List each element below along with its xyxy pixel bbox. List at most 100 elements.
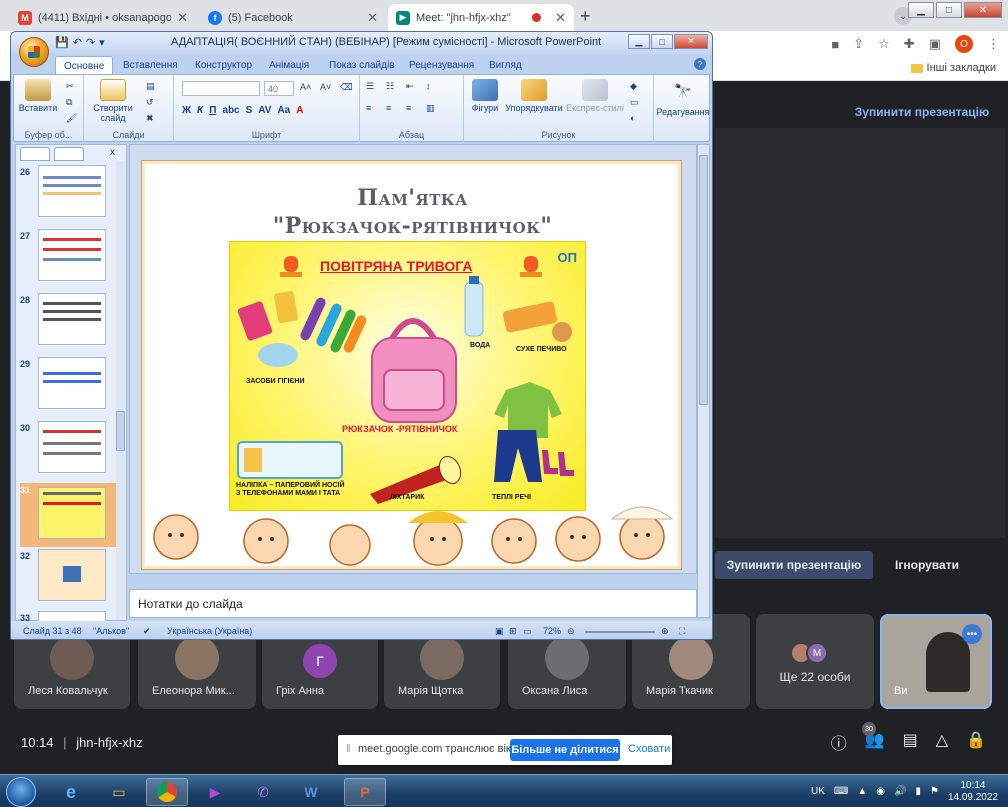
zoom-slider[interactable] <box>585 631 655 633</box>
maximize-icon[interactable]: □ <box>651 34 673 49</box>
layout-icon[interactable]: ▤ <box>146 81 155 92</box>
normal-view-icon[interactable]: ▣ <box>495 626 504 637</box>
zoom-in-icon[interactable]: ⊕ <box>661 626 669 637</box>
delete-slide-icon[interactable]: ✖ <box>146 113 154 124</box>
indent-icon[interactable]: ⇤ <box>406 81 414 92</box>
arrange-button[interactable]: Упорядкувати <box>504 79 564 113</box>
spacing-icon[interactable]: AV <box>258 105 271 116</box>
info-icon[interactable]: ⓘ <box>831 730 847 754</box>
slide-thumbnail-selected[interactable]: 31 <box>20 483 120 547</box>
tab-review[interactable]: Рецензування <box>401 56 482 74</box>
case-icon[interactable]: Aa <box>277 105 290 116</box>
font-color-icon[interactable]: A <box>296 105 303 116</box>
slides-scrollbar[interactable] <box>116 161 125 620</box>
save-icon[interactable]: 💾 <box>55 36 69 49</box>
shape-outline-icon[interactable]: ▭ <box>630 97 639 108</box>
slide-thumbnail[interactable]: 28 <box>20 293 120 357</box>
shape-effects-icon[interactable]: ◐ <box>630 113 635 123</box>
chrome-icon[interactable] <box>146 778 188 806</box>
strike-icon[interactable]: abc <box>222 105 239 116</box>
share-icon[interactable]: ⇪ <box>853 36 864 52</box>
redo-icon[interactable]: ↷ <box>86 36 95 49</box>
drag-handle-icon[interactable]: ‖ <box>346 743 351 755</box>
ignore-button[interactable]: Ігнорувати <box>880 551 974 579</box>
menu-icon[interactable]: ⋮ <box>987 36 1000 52</box>
scroll-thumb[interactable] <box>699 155 708 405</box>
tab-insert[interactable]: Вставлення <box>115 56 186 74</box>
paste-button[interactable]: Вставити <box>18 79 58 113</box>
viber-icon[interactable]: ✆ <box>242 778 284 806</box>
powerpoint-taskbar-icon[interactable]: P <box>344 778 386 806</box>
language-indicator[interactable]: UK <box>811 786 825 797</box>
underline-icon[interactable]: П <box>209 105 216 116</box>
keyboard-icon[interactable]: ⌨ <box>834 786 848 797</box>
stop-presenting-top-button[interactable]: Зупинити презентацію <box>848 100 996 124</box>
spellcheck-icon[interactable]: ✔ <box>143 626 151 637</box>
more-participants-tile[interactable]: М Ще 22 особи <box>756 614 874 709</box>
tab-animation[interactable]: Анімація <box>261 56 317 74</box>
tab-facebook[interactable]: f (5) Facebook ✕ <box>200 4 386 31</box>
close-window-icon[interactable]: ✕ <box>964 2 1002 18</box>
clear-format-icon[interactable]: ⌫ <box>340 82 353 93</box>
reset-icon[interactable]: ↺ <box>146 97 154 108</box>
other-bookmarks[interactable]: Інші закладки <box>910 62 996 74</box>
new-slide-button[interactable]: Створити слайд <box>90 79 136 123</box>
profile-avatar[interactable]: O <box>955 35 973 53</box>
slide-scrollbar[interactable] <box>697 144 710 618</box>
slideshow-view-icon[interactable]: ▭ <box>523 626 532 637</box>
columns-icon[interactable]: ▥ <box>426 103 435 114</box>
cut-icon[interactable]: ✂ <box>66 81 74 92</box>
tab-gmail[interactable]: M (4411) Вхідні • oksanapogorelko ✕ <box>10 4 196 31</box>
action-center-icon[interactable]: ⚑ <box>930 786 939 797</box>
sorter-view-icon[interactable]: ⊞ <box>509 626 517 637</box>
network-icon[interactable]: ◉ <box>876 786 885 797</box>
line-spacing-icon[interactable]: ↕ <box>426 81 431 91</box>
language-indicator[interactable]: Українська (Україна) <box>167 626 252 636</box>
close-icon[interactable]: ✕ <box>555 10 566 26</box>
shadow-icon[interactable]: S <box>246 105 253 116</box>
tab-home[interactable]: Основне <box>55 56 114 75</box>
slide-thumbnail[interactable]: 30 <box>20 421 120 485</box>
tab-meet[interactable]: ▶ Meet: "jhn-hfjx-xhz" ✕ <box>388 4 574 31</box>
tray-arrow-icon[interactable]: ▲ <box>857 786 867 797</box>
align-right-icon[interactable]: ≡ <box>406 103 411 113</box>
slide-thumbnail[interactable]: 29 <box>20 357 120 421</box>
outline-tab[interactable] <box>54 147 84 161</box>
battery-icon[interactable]: ▮ <box>915 786 921 797</box>
minimize-icon[interactable]: ▁ <box>628 34 650 49</box>
minimize-icon[interactable]: ▁ <box>908 2 934 18</box>
format-painter-icon[interactable]: 🖌 <box>66 113 77 124</box>
zoom-out-icon[interactable]: ⊖ <box>567 626 575 637</box>
self-view-tile[interactable]: ••• Ви <box>880 614 992 709</box>
close-window-icon[interactable]: ✕ <box>674 34 708 49</box>
numbering-icon[interactable]: ☷ <box>386 81 394 92</box>
grow-font-icon[interactable]: A˄ <box>300 82 311 92</box>
font-name-input[interactable] <box>182 81 260 96</box>
undo-icon[interactable]: ↶ <box>73 36 82 49</box>
maximize-icon[interactable]: □ <box>936 2 962 18</box>
office-button[interactable] <box>19 37 49 67</box>
bold-icon[interactable]: Ж <box>182 105 191 116</box>
slide-thumbnail[interactable]: 32 <box>20 549 120 613</box>
extensions-icon[interactable]: ✚ <box>904 36 915 52</box>
volume-icon[interactable]: 🔊 <box>894 786 906 797</box>
scroll-thumb[interactable] <box>116 411 125 451</box>
italic-icon[interactable]: К <box>197 105 203 116</box>
activities-icon[interactable]: △ <box>936 730 948 754</box>
camera-icon[interactable]: ■ <box>831 37 839 52</box>
font-size-input[interactable]: 40 <box>264 81 294 96</box>
clock[interactable]: 10:14 14.09.2022 <box>948 780 998 804</box>
shrink-font-icon[interactable]: A˅ <box>320 82 331 92</box>
help-icon[interactable]: ? <box>694 58 706 70</box>
hide-button[interactable]: Сховати <box>628 743 670 755</box>
align-center-icon[interactable]: ≡ <box>386 103 391 113</box>
ie-icon[interactable]: e <box>50 778 92 806</box>
slide-thumbnail[interactable]: 33 <box>20 611 120 621</box>
bullets-icon[interactable]: ☰ <box>366 81 374 92</box>
host-controls-icon[interactable]: 🔒 <box>966 730 986 754</box>
star-icon[interactable]: ☆ <box>878 36 890 52</box>
close-panel-icon[interactable]: x <box>110 147 122 161</box>
align-left-icon[interactable]: ≡ <box>366 103 371 113</box>
editing-button[interactable]: 🔭 Редагування <box>656 77 710 142</box>
more-options-icon[interactable]: ••• <box>962 624 982 644</box>
